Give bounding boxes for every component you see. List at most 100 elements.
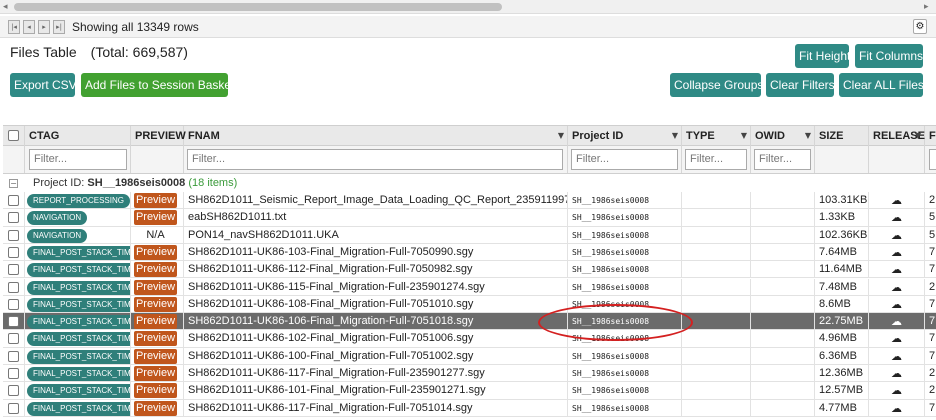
row-checkbox[interactable] <box>8 402 19 414</box>
table-row[interactable]: FINAL_POST_STACK_TIME Preview SH862D1011-U… <box>3 382 936 400</box>
table-row[interactable]: FINAL_POST_STACK_TIME Preview SH862D1011-U… <box>3 365 936 383</box>
type-dropdown-icon[interactable]: ▼ <box>741 126 747 146</box>
clear-filters-button[interactable]: Clear Filters <box>766 73 835 97</box>
row-checkbox[interactable] <box>8 195 19 206</box>
row-checkbox[interactable] <box>8 264 19 276</box>
preview-cell: Preview <box>131 192 184 209</box>
table-row[interactable]: FINAL_POST_STACK_TIME Preview SH862D1011-U… <box>3 330 936 348</box>
add-files-to-session-basket-button[interactable]: Add Files to Session Basket <box>81 73 234 97</box>
table-row[interactable]: FINAL_POST_STACK_TIME Preview SH862D1011-U… <box>3 347 936 365</box>
collapse-group-icon[interactable]: − <box>9 179 18 188</box>
scroll-right-icon[interactable]: ▸ <box>924 2 929 12</box>
column-header-release[interactable]: RELEASE ▼ <box>869 126 925 146</box>
first-page-icon[interactable]: |◂ <box>8 20 20 34</box>
row-checkbox[interactable] <box>8 246 19 258</box>
prev-page-icon[interactable]: ◂ <box>23 20 35 34</box>
preview-button[interactable]: Preview <box>134 279 177 295</box>
table-row[interactable]: FINAL_POST_STACK_TIME Preview SH862D1011-U… <box>3 243 936 262</box>
column-header-fnam[interactable]: FNAM ▼ <box>184 126 568 146</box>
cloud-download-icon[interactable]: ☁ <box>869 278 925 296</box>
row-checkbox[interactable] <box>8 333 19 345</box>
next-page-icon[interactable]: ▸ <box>38 20 50 34</box>
preview-button[interactable]: Preview <box>134 296 177 312</box>
clear-all-files-button[interactable]: Clear ALL Files <box>839 73 924 97</box>
select-all-checkbox[interactable] <box>8 130 19 141</box>
column-header-project-id[interactable]: Project ID ▼ <box>568 126 682 146</box>
column-header-preview[interactable]: PREVIEW <box>131 126 186 146</box>
type-cell <box>682 261 751 279</box>
fnam-dropdown-icon[interactable]: ▼ <box>558 126 564 146</box>
column-header-extra[interactable]: F <box>925 126 936 146</box>
preview-button[interactable]: Preview <box>134 366 177 381</box>
project-id-filter-input[interactable]: Filter... <box>571 149 678 170</box>
cloud-download-icon[interactable]: ☁ <box>869 399 925 417</box>
preview-button[interactable]: Preview <box>134 244 177 260</box>
size-cell: 8.6MB <box>815 295 869 313</box>
cloud-download-icon[interactable]: ☁ <box>869 192 925 209</box>
preview-cell: N/A <box>131 226 184 244</box>
scroll-left-icon[interactable]: ◂ <box>3 2 8 12</box>
row-checkbox[interactable] <box>8 316 19 328</box>
preview-button[interactable]: Preview <box>134 314 177 330</box>
row-checkbox[interactable] <box>8 350 19 362</box>
fit-columns-button[interactable]: Fit Columns <box>855 44 923 68</box>
table-row[interactable]: FINAL_POST_STACK_TIME Preview SH862D1011-U… <box>3 295 936 314</box>
type-filter-input[interactable]: Filter... <box>685 149 747 170</box>
ctag-filter-input[interactable]: Filter... <box>29 149 127 170</box>
horizontal-scrollbar[interactable]: ◂ ▸ <box>0 0 936 14</box>
cloud-download-icon[interactable]: ☁ <box>869 330 925 348</box>
project-id-dropdown-icon[interactable]: ▼ <box>672 126 678 146</box>
owid-dropdown-icon[interactable]: ▼ <box>805 126 811 146</box>
group-header-project-id[interactable]: − Project ID: SH__1986seis0008 (18 items… <box>3 174 936 192</box>
preview-button[interactable]: Preview <box>134 193 177 208</box>
extra-filter-input[interactable] <box>929 149 936 170</box>
cloud-download-icon[interactable]: ☁ <box>869 382 925 400</box>
row-checkbox[interactable] <box>8 212 19 224</box>
row-checkbox[interactable] <box>8 281 19 293</box>
size-cell: 11.64MB <box>815 261 869 279</box>
collapse-groups-button[interactable]: Collapse Groups <box>670 73 763 97</box>
table-row[interactable]: NAVIGATION Preview eabSH862D1011.txt SH__19… <box>3 209 936 227</box>
fnam-filter-input[interactable]: Filter... <box>187 149 563 170</box>
cloud-download-icon[interactable]: ☁ <box>869 295 925 313</box>
column-header-owid[interactable]: OWID ▼ <box>751 126 815 146</box>
row-checkbox[interactable] <box>8 229 19 241</box>
settings-gear-icon[interactable]: ⚙ <box>913 19 927 34</box>
cloud-download-icon[interactable]: ☁ <box>869 261 925 279</box>
filter-cell-preview <box>131 146 184 173</box>
preview-button[interactable]: Preview <box>134 400 177 416</box>
row-checkbox[interactable] <box>8 385 19 397</box>
preview-button[interactable]: Preview <box>134 210 177 226</box>
preview-button[interactable]: Preview <box>134 383 177 399</box>
cloud-download-icon[interactable]: ☁ <box>869 226 925 244</box>
cloud-download-icon[interactable]: ☁ <box>869 243 925 261</box>
table-row[interactable]: FINAL_POST_STACK_TIME Preview SH862D1011-U… <box>3 261 936 279</box>
owid-filter-input[interactable]: Filter... <box>754 149 811 170</box>
preview-cell: Preview <box>131 330 184 348</box>
scrollbar-thumb[interactable] <box>14 3 502 11</box>
row-checkbox[interactable] <box>8 298 19 310</box>
cloud-download-icon[interactable]: ☁ <box>869 347 925 365</box>
cloud-download-icon[interactable]: ☁ <box>869 209 925 227</box>
preview-button: N/A <box>146 228 165 241</box>
last-page-icon[interactable]: ▸| <box>53 20 65 34</box>
column-header-ctag[interactable]: CTAG <box>25 126 131 146</box>
table-row[interactable]: FINAL_POST_STACK_TIME Preview SH862D1011-U… <box>3 313 936 331</box>
fit-height-button[interactable]: Fit Height <box>795 44 850 68</box>
preview-button[interactable]: Preview <box>134 262 177 278</box>
table-row[interactable]: REPORT_PROCESSING Preview SH862D1011_Seism… <box>3 192 936 210</box>
column-header-size[interactable]: SIZE <box>815 126 869 146</box>
table-row[interactable]: FINAL_POST_STACK_TIME Preview SH862D1011-U… <box>3 399 936 417</box>
row-select-cell <box>3 347 25 365</box>
row-checkbox[interactable] <box>8 368 19 379</box>
column-header-row: CTAG PREVIEW FNAM ▼ Project ID ▼ TYPE ▼ OWI… <box>3 125 936 146</box>
preview-button[interactable]: Preview <box>134 348 177 364</box>
column-header-type[interactable]: TYPE ▼ <box>682 126 751 146</box>
cloud-download-icon[interactable]: ☁ <box>869 313 925 331</box>
table-row[interactable]: FINAL_POST_STACK_TIME Preview SH862D1011-U… <box>3 278 936 296</box>
cloud-download-icon[interactable]: ☁ <box>869 365 925 382</box>
export-csv-button[interactable]: Export CSV <box>10 73 77 97</box>
release-dropdown-icon[interactable]: ▼ <box>915 126 921 146</box>
table-row[interactable]: NAVIGATION N/A PON14_navSH862D1011.UKA SH__… <box>3 226 936 244</box>
preview-button[interactable]: Preview <box>134 331 177 347</box>
